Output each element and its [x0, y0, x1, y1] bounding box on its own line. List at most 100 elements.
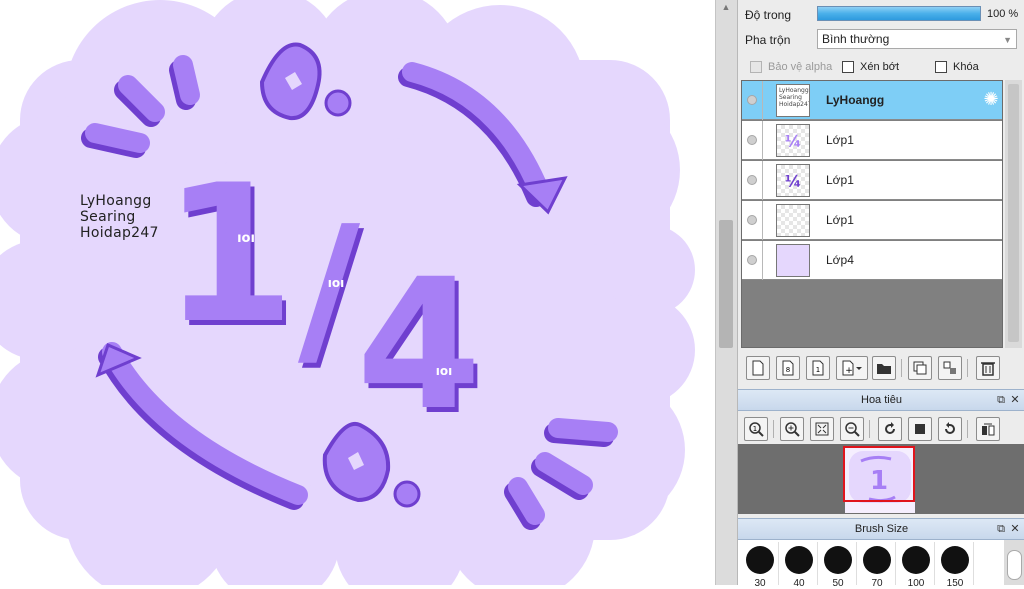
artist-note-line: Searing [80, 209, 136, 225]
brush-dot-icon [863, 546, 891, 574]
brush-dot-icon [785, 546, 813, 574]
reset-rotation-button[interactable] [908, 417, 932, 441]
merge-layer-button[interactable] [938, 356, 962, 380]
layer-row-lop1[interactable]: Lớp1 [742, 201, 1002, 240]
opacity-value: 100 % [987, 8, 1019, 20]
zoom-actual-button[interactable]: 1 [744, 417, 768, 441]
scroll-up-icon[interactable]: ▲ [720, 2, 732, 12]
canvas-scrollbar[interactable]: ▲ [715, 0, 737, 585]
zoom-out-icon [845, 422, 860, 437]
layer-name: Lớp1 [826, 213, 854, 227]
blend-mode-select[interactable]: Bình thường ▼ [817, 29, 1017, 49]
zoom-in-button[interactable] [780, 417, 804, 441]
layer-thumbnail [776, 244, 810, 277]
brush-size-label: 150 [946, 578, 964, 589]
navigator-title-bar: Hoa tiêu ⧉ ✕ [738, 389, 1024, 411]
protect-alpha-checkbox[interactable]: Bảo vệ alpha [750, 61, 832, 73]
navigator-toolbar: 1 [738, 412, 1024, 444]
svg-text:+: + [845, 366, 853, 376]
svg-text:ıoı: ıoı [436, 364, 452, 378]
duplicate-layer-button[interactable] [908, 356, 932, 380]
flip-horizontal-button[interactable] [976, 417, 1000, 441]
svg-text:8: 8 [786, 366, 790, 374]
brush-size-title-bar: Brush Size ⧉ ✕ [738, 518, 1024, 540]
navigator-preview-area[interactable]: 1 [738, 444, 1024, 514]
blend-mode-value: Bình thường [822, 32, 890, 46]
close-icon[interactable]: ✕ [1009, 394, 1021, 406]
checkbox-icon [750, 61, 762, 73]
folder-icon [877, 364, 891, 374]
brush-size-scrollbar[interactable] [1004, 540, 1024, 585]
layer-list: LyHoangg Searing Hoidap247 LyHoangg ✺ ¼ … [741, 80, 1003, 348]
layer-thumbnail: ¼ [776, 124, 810, 157]
drawing-canvas[interactable]: 1 1 / / 4 4 ıoı ıoı ıoı LyHoangg Searing… [0, 0, 715, 585]
new-folder-button[interactable] [872, 356, 896, 380]
visibility-toggle-icon[interactable] [747, 175, 757, 185]
brush-size-option[interactable]: 30 [741, 542, 779, 589]
brush-size-option[interactable]: 50 [819, 542, 857, 589]
layer-row-lop4[interactable]: Lớp4 [742, 241, 1002, 280]
layer-scroll-thumb[interactable] [1008, 84, 1019, 342]
layer-row-lop1[interactable]: ¼ Lớp1 [742, 121, 1002, 160]
visibility-toggle-icon[interactable] [747, 95, 757, 105]
layer-8bit-icon: 8 [782, 360, 794, 376]
visibility-toggle-icon[interactable] [747, 135, 757, 145]
zoom-out-button[interactable] [840, 417, 864, 441]
layer-name: Lớp4 [826, 253, 854, 267]
navigator-title: Hoa tiêu [861, 394, 902, 406]
visibility-toggle-icon[interactable] [747, 255, 757, 265]
artist-note: LyHoangg Searing Hoidap247 [80, 193, 159, 241]
gear-icon[interactable]: ✺ [982, 90, 1000, 108]
layer-thumbnail: LyHoangg Searing Hoidap247 [776, 84, 810, 117]
clip-label: Xén bớt [860, 61, 900, 73]
brush-size-title: Brush Size [854, 523, 909, 535]
brush-scroll-thumb[interactable] [1007, 550, 1022, 580]
new-8bit-layer-button[interactable]: 8 [776, 356, 800, 380]
merge-icon [943, 361, 956, 374]
rotate-left-button[interactable] [878, 417, 902, 441]
navigator-view-rect[interactable] [843, 446, 915, 502]
lock-checkbox[interactable]: Khóa [935, 61, 979, 73]
rotate-right-button[interactable] [938, 417, 962, 441]
svg-text:1: 1 [816, 366, 820, 374]
artist-note-line: Hoidap247 [80, 225, 159, 241]
close-icon[interactable]: ✕ [1009, 523, 1021, 535]
trash-icon [981, 362, 995, 376]
opacity-label: Độ trong [745, 8, 792, 22]
artist-note-line: LyHoangg [80, 193, 152, 209]
artwork: 1 1 / / 4 4 ıoı ıoı ıoı [0, 0, 695, 585]
canvas-scroll-thumb[interactable] [719, 220, 733, 348]
fit-window-button[interactable] [810, 417, 834, 441]
brush-size-label: 100 [907, 578, 925, 589]
layer-row-lyhoangg[interactable]: LyHoangg Searing Hoidap247 LyHoangg ✺ [742, 81, 1002, 120]
brush-size-label: 30 [754, 578, 766, 589]
brush-size-option[interactable]: 150 [936, 542, 974, 589]
brush-size-option[interactable]: 70 [858, 542, 896, 589]
layer-toolbar: 8 1 + [738, 351, 1024, 385]
layer-name: Lớp1 [826, 173, 854, 187]
brush-size-list: 30 40 50 70 100 150 [738, 540, 1024, 589]
svg-text:1: 1 [753, 425, 757, 433]
brush-dot-icon [941, 546, 969, 574]
clip-checkbox[interactable]: Xén bớt [842, 61, 899, 73]
brush-size-option[interactable]: 100 [897, 542, 935, 589]
brush-size-option[interactable]: 40 [780, 542, 818, 589]
layer-row-lop1[interactable]: ¼ Lớp1 [742, 161, 1002, 200]
svg-text:4: 4 [356, 241, 481, 450]
delete-layer-button[interactable] [976, 356, 1000, 380]
checkbox-icon [935, 61, 947, 73]
new-layer-button[interactable] [746, 356, 770, 380]
new-1bit-layer-button[interactable]: 1 [806, 356, 830, 380]
popout-icon[interactable]: ⧉ [995, 523, 1007, 535]
brush-dot-icon [902, 546, 930, 574]
opacity-slider[interactable] [817, 6, 981, 21]
svg-text:ıoı: ıoı [328, 276, 344, 290]
layer-list-scrollbar[interactable] [1005, 80, 1022, 348]
visibility-toggle-icon[interactable] [747, 215, 757, 225]
new-layer-dropdown-button[interactable]: + [836, 356, 868, 380]
flip-icon [982, 423, 995, 436]
popout-icon[interactable]: ⧉ [995, 394, 1007, 406]
new-page-icon [752, 360, 764, 376]
brush-dot-icon [746, 546, 774, 574]
blend-label: Pha trộn [745, 33, 791, 47]
